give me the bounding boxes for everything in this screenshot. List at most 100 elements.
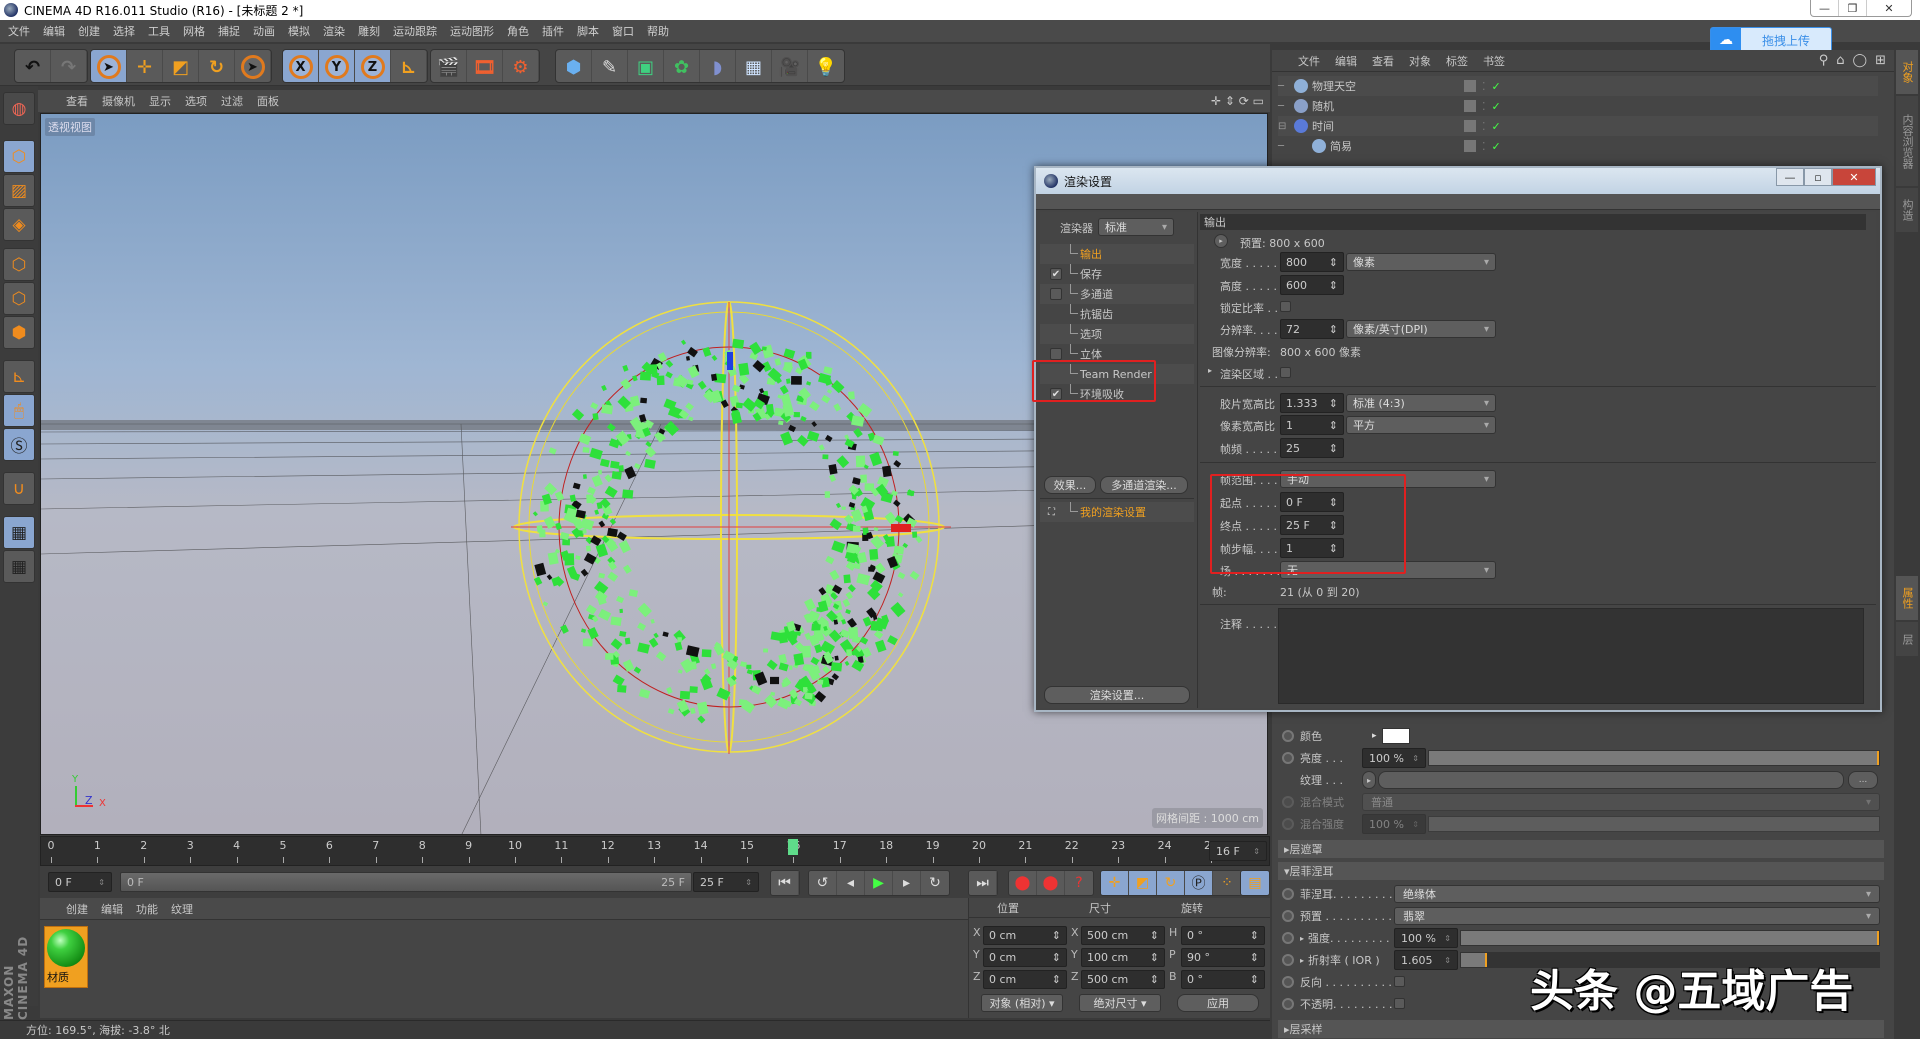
position-field[interactable]: 0 cm ⇕: [983, 926, 1067, 945]
key-scale-button[interactable]: ◩: [1129, 871, 1157, 895]
menu-item[interactable]: 窗口: [612, 23, 634, 39]
array-button[interactable]: ✿: [664, 50, 700, 82]
object-menu-item[interactable]: 查看: [1372, 53, 1394, 69]
dialog-minimize-button[interactable]: —: [1776, 168, 1804, 186]
resolution-unit-dropdown[interactable]: 像素/英寸(DPI): [1346, 320, 1496, 338]
viewport-menu-item[interactable]: 显示: [149, 93, 171, 109]
size-field[interactable]: 100 cm ⇕: [1081, 948, 1165, 967]
expand-arrow-icon[interactable]: ▸: [1372, 731, 1377, 741]
strength-slider-thumb[interactable]: [1877, 931, 1879, 945]
current-frame-field[interactable]: 16 F ⇕: [1209, 841, 1267, 861]
edges-mode-button[interactable]: ⬡: [3, 282, 35, 315]
lock-ratio-checkbox[interactable]: [1280, 301, 1291, 312]
cube-button[interactable]: ⬢: [556, 50, 592, 82]
color-animate-toggle[interactable]: [1282, 730, 1294, 742]
goto-end-button[interactable]: ⏭: [969, 871, 997, 895]
fresnel-animate-toggle[interactable]: [1282, 888, 1294, 900]
render-view-button[interactable]: 🎬: [431, 50, 467, 82]
model-mode-button[interactable]: ⬡: [3, 140, 35, 173]
menu-item[interactable]: 网格: [183, 23, 205, 39]
viewport-menu-item[interactable]: 过滤: [221, 93, 243, 109]
y-axis-button[interactable]: Y: [319, 50, 355, 82]
material-menu-item[interactable]: 纹理: [171, 901, 193, 917]
menu-item[interactable]: 角色: [507, 23, 529, 39]
next-key-button[interactable]: ↻: [921, 871, 949, 895]
texture-menu-button[interactable]: ▸: [1362, 771, 1376, 789]
key-rotation-button[interactable]: ↻: [1157, 871, 1185, 895]
floor-button[interactable]: ▦: [736, 50, 772, 82]
opaque-checkbox[interactable]: [1394, 998, 1405, 1009]
nav-item[interactable]: 选项: [1040, 324, 1194, 344]
effects-button[interactable]: 效果...: [1044, 476, 1096, 494]
dialog-drag-handle[interactable]: [1036, 194, 1880, 210]
layer-sampling-section[interactable]: ▸ 层采样: [1278, 1020, 1884, 1038]
position-field[interactable]: 0 cm ⇕: [983, 970, 1067, 989]
layer-mask-section[interactable]: ▸ 层遮罩: [1278, 840, 1884, 858]
object-row[interactable]: ─ 随机 ⁚ ✓: [1278, 96, 1878, 116]
nav-item[interactable]: ✔ 保存: [1040, 264, 1194, 284]
camera-button[interactable]: 🎥: [772, 50, 808, 82]
nav-enable-checkbox[interactable]: [1050, 288, 1062, 300]
subdivision-button[interactable]: ▣: [628, 50, 664, 82]
brightness-field[interactable]: 100 % ⇕: [1362, 748, 1426, 768]
light-button[interactable]: 💡: [808, 50, 844, 82]
resolution-field[interactable]: 72 ⇕: [1280, 319, 1344, 339]
coord-mode-dropdown[interactable]: 对象 (相对) ▾: [981, 994, 1063, 1012]
axis-mode-button[interactable]: ⊾: [3, 360, 35, 393]
enabled-check-icon[interactable]: ✓: [1492, 100, 1501, 113]
width-field[interactable]: 800 ⇕: [1280, 252, 1344, 272]
texture-mode-button[interactable]: ▨: [3, 174, 35, 207]
snap-button[interactable]: Ⓢ: [3, 428, 35, 461]
material-menu-item[interactable]: 编辑: [101, 901, 123, 917]
home-icon[interactable]: ⌂: [1836, 53, 1844, 68]
menu-item[interactable]: 动画: [253, 23, 275, 39]
blend-mode-animate-toggle[interactable]: [1282, 796, 1294, 808]
menu-item[interactable]: 捕捉: [218, 23, 240, 39]
tab-objects[interactable]: 对象: [1896, 50, 1918, 94]
preset-animate-toggle[interactable]: [1282, 910, 1294, 922]
points-mode-button[interactable]: ⬡: [3, 248, 35, 281]
ior-animate-toggle[interactable]: [1282, 954, 1294, 966]
rotation-field[interactable]: 0 ° ⇕: [1181, 970, 1265, 989]
render-settings-list-button[interactable]: 渲染设置...: [1044, 686, 1190, 704]
layer-icon[interactable]: [1464, 100, 1476, 112]
tab-content-browser[interactable]: 内容浏览器: [1896, 96, 1918, 186]
viewport-solo-button[interactable]: ◍: [3, 92, 35, 125]
blend-strength-field[interactable]: 100 % ⇕: [1362, 814, 1426, 834]
size-field[interactable]: 500 cm ⇕: [1081, 926, 1165, 945]
workplane-align-button[interactable]: ▦: [3, 550, 35, 583]
close-button[interactable]: ✕: [1867, 0, 1911, 16]
tweak-mode-button[interactable]: 🖱: [3, 394, 35, 427]
opaque-animate-toggle[interactable]: [1282, 998, 1294, 1010]
film-aspect-dropdown[interactable]: 标准 (4:3): [1346, 394, 1496, 412]
material-menu-item[interactable]: 功能: [136, 901, 158, 917]
width-unit-dropdown[interactable]: 像素: [1346, 253, 1496, 271]
object-row[interactable]: ─ 物理天空 ⁚ ✓: [1278, 76, 1878, 96]
visibility-dots-icon[interactable]: ⁚: [1482, 140, 1486, 153]
ior-field[interactable]: 1.605 ⇕: [1394, 950, 1458, 970]
key-position-button[interactable]: ✛: [1101, 871, 1129, 895]
menu-item[interactable]: 运动图形: [450, 23, 494, 39]
strength-animate-toggle[interactable]: [1282, 932, 1294, 944]
keyframe-selection-button[interactable]: ?: [1065, 871, 1093, 895]
menu-item[interactable]: 插件: [542, 23, 564, 39]
enabled-check-icon[interactable]: ✓: [1492, 140, 1501, 153]
color-swatch[interactable]: [1382, 728, 1410, 744]
apply-button[interactable]: 应用: [1177, 994, 1259, 1012]
material-menu-item[interactable]: 创建: [66, 901, 88, 917]
end-frame-field[interactable]: 25 F ⇕: [693, 872, 759, 892]
autokey-button[interactable]: ⬤: [1037, 871, 1065, 895]
fresnel-preset-dropdown[interactable]: 翡翠: [1394, 907, 1880, 925]
object-menu-item[interactable]: 文件: [1298, 53, 1320, 69]
size-mode-dropdown[interactable]: 绝对尺寸 ▾: [1079, 994, 1161, 1012]
fresnel-dropdown[interactable]: 绝缘体: [1394, 885, 1880, 903]
visibility-dots-icon[interactable]: ⁚: [1482, 80, 1486, 93]
menu-item[interactable]: 文件: [8, 23, 30, 39]
dialog-maximize-button[interactable]: ▫: [1804, 168, 1832, 186]
tab-structure[interactable]: 构造: [1896, 188, 1918, 232]
visibility-dots-icon[interactable]: ⁚: [1482, 120, 1486, 133]
select-tool-button[interactable]: ➤: [91, 50, 127, 82]
visibility-dots-icon[interactable]: ⁚: [1482, 100, 1486, 113]
eye-icon[interactable]: ◯: [1853, 53, 1868, 68]
key-param-button[interactable]: Ⓟ: [1185, 871, 1213, 895]
